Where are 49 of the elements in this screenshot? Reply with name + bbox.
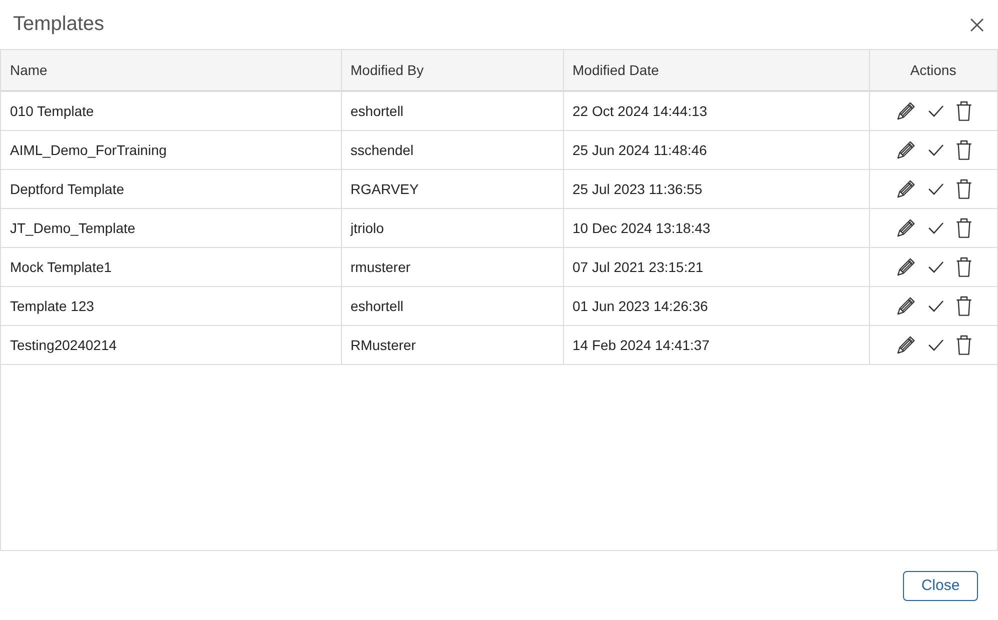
name-cell: Deptford Template [1, 169, 341, 208]
check-icon[interactable] [928, 182, 944, 194]
close-icon[interactable] [970, 18, 984, 32]
close-dialog-button[interactable]: Close [903, 570, 978, 600]
trash-icon[interactable] [956, 334, 972, 354]
check-icon[interactable] [928, 222, 944, 234]
column-header: Modified Date [563, 50, 869, 91]
pencil-icon[interactable] [896, 140, 916, 159]
name-cell: Template 123 [1, 286, 341, 325]
pencil-icon[interactable] [896, 257, 916, 276]
modified-date-cell: 14 Feb 2024 14:41:37 [563, 325, 869, 364]
trash-icon[interactable] [956, 218, 972, 238]
modified-date-cell: 22 Oct 2024 14:44:13 [563, 91, 869, 130]
name-cell: JT_Demo_Template [1, 208, 341, 247]
modified-by-cell: sschendel [341, 130, 563, 169]
trash-icon[interactable] [956, 178, 972, 198]
modified-date-cell: 10 Dec 2024 13:18:43 [563, 208, 869, 247]
check-icon[interactable] [928, 144, 944, 156]
name-cell: 010 Template [1, 91, 341, 130]
check-icon[interactable] [928, 104, 944, 117]
column-header: Actions [869, 50, 997, 91]
name-cell: Mock Template1 [1, 247, 341, 286]
modified-date-cell: 01 Jun 2023 14:26:36 [563, 286, 869, 325]
modified-by-cell: rmusterer [341, 247, 563, 286]
dialog-title: Templates [13, 13, 104, 36]
check-icon[interactable] [928, 338, 944, 350]
pencil-icon[interactable] [896, 296, 916, 315]
modified-by-cell: jtriolo [341, 208, 563, 247]
modified-date-cell: 25 Jul 2023 11:36:55 [563, 169, 869, 208]
modified-date-cell: 25 Jun 2024 11:48:46 [563, 130, 869, 169]
check-icon[interactable] [928, 300, 944, 312]
modified-by-cell: eshortell [341, 286, 563, 325]
pencil-icon[interactable] [896, 179, 916, 198]
trash-icon[interactable] [956, 296, 972, 316]
modified-by-cell: RMusterer [341, 325, 563, 364]
pencil-icon[interactable] [896, 335, 916, 354]
column-header: Modified By [341, 50, 563, 91]
check-icon[interactable] [928, 260, 944, 272]
trash-icon[interactable] [956, 256, 972, 276]
name-cell: Testing20240214 [1, 325, 341, 364]
trash-icon[interactable] [956, 140, 972, 160]
trash-icon[interactable] [956, 100, 972, 121]
modified-by-cell: eshortell [341, 91, 563, 130]
modified-date-cell: 07 Jul 2021 23:15:21 [563, 247, 869, 286]
pencil-icon[interactable] [896, 218, 916, 237]
pencil-icon[interactable] [896, 101, 916, 120]
column-header: Name [1, 50, 341, 91]
name-cell: AIML_Demo_ForTraining [1, 130, 341, 169]
modified-by-cell: RGARVEY [341, 169, 563, 208]
